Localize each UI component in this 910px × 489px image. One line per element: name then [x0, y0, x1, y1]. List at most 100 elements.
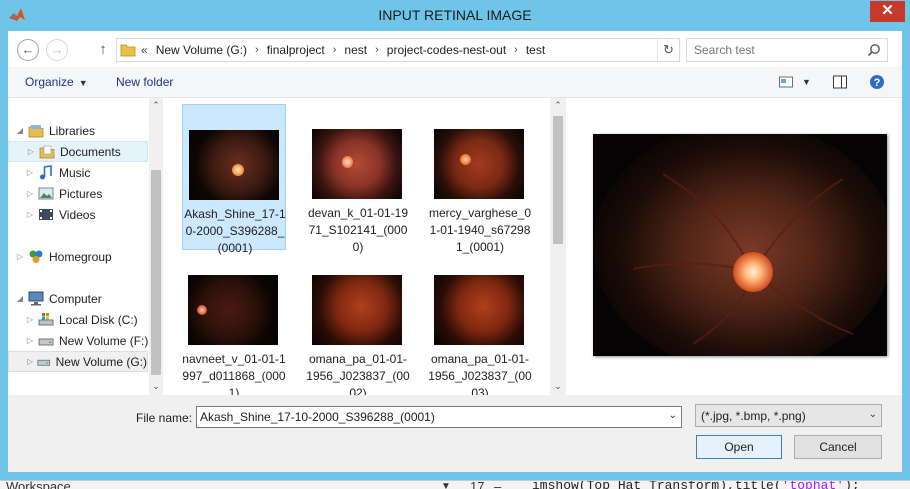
code-line: imshow(Top_Hat_Transform),title('tophat'…: [532, 480, 860, 489]
up-button[interactable]: ↑: [96, 40, 110, 60]
help-icon[interactable]: ?: [869, 74, 885, 90]
collapsed-arrow-icon[interactable]: ▷: [25, 357, 35, 366]
tree-item-computer[interactable]: ◢ Computer: [14, 288, 102, 309]
refresh-button[interactable]: ↻: [657, 39, 679, 61]
optic-disc-icon: [733, 252, 773, 292]
preview-pane-icon[interactable]: [832, 74, 848, 90]
breadcrumb-separator[interactable]: ›: [375, 44, 379, 56]
open-button[interactable]: Open: [696, 435, 782, 459]
breadcrumb-volume[interactable]: New Volume (G:): [156, 43, 247, 57]
drive-icon: [38, 338, 54, 346]
file-name: omana_pa_01-01-1956_J023837_(0003): [428, 352, 532, 395]
file-item[interactable]: omana_pa_01-01-1956_J023837_(0003): [428, 250, 532, 395]
chevron-down-icon[interactable]: ⌄: [669, 410, 677, 421]
collapsed-arrow-icon[interactable]: ▷: [24, 210, 36, 219]
close-button[interactable]: ✕: [870, 1, 905, 22]
file-open-dialog: INPUT RETINAL IMAGE ✕ ← → ↑ « New Volume…: [0, 0, 910, 480]
cancel-button[interactable]: Cancel: [794, 435, 882, 459]
expanded-arrow-icon[interactable]: ◢: [14, 126, 26, 135]
tree-item-volume-g[interactable]: ▷ New Volume (G:): [8, 351, 148, 372]
retina-preview-image: [593, 134, 887, 356]
file-name: navneet_v_01-01-1997_d011868_(0001): [182, 352, 286, 395]
preview-pane: [570, 98, 902, 395]
forward-button[interactable]: →: [46, 39, 68, 61]
retina-thumbnail: [312, 129, 402, 199]
svg-text:?: ?: [874, 77, 881, 89]
pictures-icon: [38, 187, 54, 200]
navigation-pane[interactable]: ◢ Libraries ▷ Documents ▷ Music ▷ Pictur…: [8, 98, 163, 395]
tree-item-videos[interactable]: ▷ Videos: [24, 204, 96, 225]
window-title: INPUT RETINAL IMAGE: [378, 7, 532, 23]
tree-item-label: Local Disk (C:): [59, 312, 138, 327]
dialog-footer: File name: ⌄ (*.jpg, *.bmp, *.png) ⌄ Ope…: [8, 395, 902, 472]
scrollbar-thumb[interactable]: [553, 116, 563, 244]
expanded-arrow-icon[interactable]: ◢: [14, 294, 26, 303]
tree-item-label: Libraries: [49, 123, 96, 138]
file-type-select[interactable]: (*.jpg, *.bmp, *.png) ⌄: [695, 404, 882, 427]
scroll-up-arrow-icon[interactable]: ⌃: [551, 98, 565, 112]
collapsed-arrow-icon[interactable]: ▷: [14, 252, 26, 261]
retina-thumbnail: [188, 275, 278, 345]
system-drive-icon: [38, 313, 54, 326]
search-input[interactable]: [687, 39, 863, 61]
breadcrumb-separator[interactable]: ›: [255, 44, 259, 56]
organize-button[interactable]: Organize ▼: [25, 75, 88, 89]
line-number: 17: [470, 480, 485, 489]
file-name-input[interactable]: [197, 407, 659, 427]
breadcrumb-separator[interactable]: ›: [514, 44, 518, 56]
file-item[interactable]: Akash_Shine_17-10-2000_S396288_(0001): [182, 104, 286, 255]
tree-item-local-disk[interactable]: ▷ Local Disk (C:): [24, 309, 138, 330]
title-bar[interactable]: INPUT RETINAL IMAGE ✕: [0, 0, 910, 31]
file-name: omana_pa_01-01-1956_J023837_(0002): [306, 352, 410, 395]
tree-item-homegroup[interactable]: ▷ Homegroup: [14, 246, 112, 267]
command-bar: Organize ▼ New folder ▼ ?: [8, 67, 902, 98]
tree-item-volume-f[interactable]: ▷ New Volume (F:): [24, 330, 148, 351]
tree-item-documents[interactable]: ▷ Documents: [8, 141, 148, 162]
optic-disc-icon: [197, 305, 207, 315]
chevron-down-icon: ▼: [78, 78, 88, 88]
file-item[interactable]: mercy_varghese_01-01-1940_s672981_(0001): [428, 104, 532, 254]
nav-scrollbar[interactable]: ⌃ ⌄: [149, 98, 163, 395]
chevron-down-icon[interactable]: ⌄: [869, 409, 877, 420]
address-bar[interactable]: « New Volume (G:) › finalproject › nest …: [116, 38, 680, 62]
breadcrumb-finalproject[interactable]: finalproject: [267, 43, 325, 57]
breadcrumb-overflow[interactable]: «: [141, 43, 148, 57]
videos-icon: [39, 209, 53, 220]
file-list-scrollbar[interactable]: ⌃ ⌄: [550, 98, 566, 395]
search-box[interactable]: [686, 38, 888, 62]
panel-menu-icon[interactable]: ▼: [441, 481, 451, 489]
scroll-down-arrow-icon[interactable]: ⌄: [551, 379, 565, 393]
organize-label: Organize: [25, 75, 74, 89]
breadcrumb-project-codes[interactable]: project-codes-nest-out: [387, 43, 506, 57]
breadcrumb-test[interactable]: test: [526, 43, 545, 57]
collapsed-arrow-icon[interactable]: ▷: [24, 336, 36, 345]
optic-disc-icon: [232, 164, 244, 176]
change-view-icon[interactable]: [778, 74, 794, 90]
search-icon[interactable]: [867, 43, 881, 57]
collapsed-arrow-icon[interactable]: ▷: [24, 189, 36, 198]
file-list[interactable]: Akash_Shine_17-10-2000_S396288_(0001) de…: [166, 98, 566, 395]
file-name-combobox[interactable]: ⌄: [196, 406, 682, 428]
file-item[interactable]: devan_k_01-01-1971_S102141_(0000): [306, 104, 410, 254]
collapsed-arrow-icon[interactable]: ▷: [24, 168, 36, 177]
file-item[interactable]: navneet_v_01-01-1997_d011868_(0001): [182, 250, 286, 395]
dialog-client: ← → ↑ « New Volume (G:) › finalproject ›…: [8, 31, 902, 472]
breadcrumb-separator[interactable]: ›: [333, 44, 337, 56]
scroll-up-arrow-icon[interactable]: ⌃: [149, 98, 163, 112]
tree-item-label: Documents: [60, 144, 121, 159]
collapsed-arrow-icon[interactable]: ▷: [24, 315, 36, 324]
code-string: 'tophat': [781, 480, 845, 489]
file-item[interactable]: omana_pa_01-01-1956_J023837_(0002): [306, 250, 410, 395]
optic-disc-icon: [342, 156, 353, 168]
breadcrumb-nest[interactable]: nest: [344, 43, 367, 57]
scrollbar-thumb[interactable]: [151, 170, 161, 375]
scroll-down-arrow-icon[interactable]: ⌄: [149, 379, 163, 393]
new-folder-button[interactable]: New folder: [116, 75, 173, 89]
tree-item-label: New Volume (G:): [55, 354, 147, 369]
tree-item-music[interactable]: ▷ Music: [24, 162, 90, 183]
back-button[interactable]: ←: [17, 39, 39, 61]
tree-item-pictures[interactable]: ▷ Pictures: [24, 183, 102, 204]
tree-item-libraries[interactable]: ◢ Libraries: [14, 120, 95, 141]
collapsed-arrow-icon[interactable]: ▷: [25, 147, 37, 156]
view-options-chevron-icon[interactable]: ▼: [802, 77, 811, 87]
